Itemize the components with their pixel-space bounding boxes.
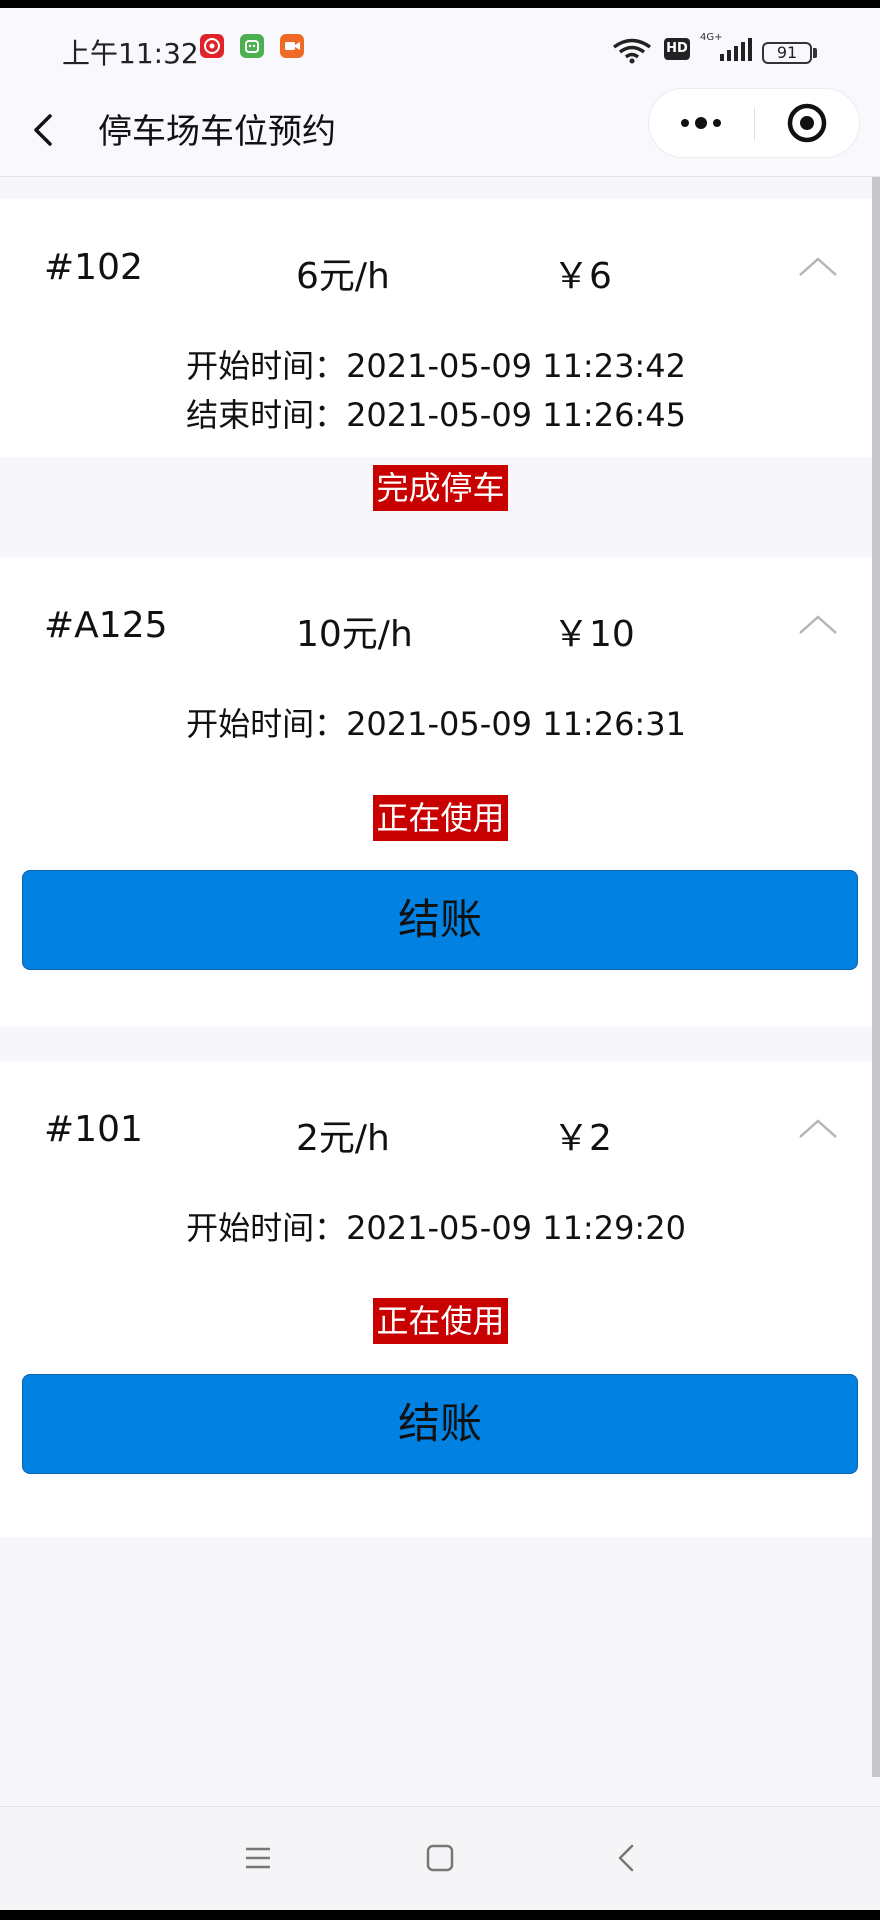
total-price: ￥6 bbox=[553, 256, 612, 297]
status-badge: 正在使用 bbox=[373, 795, 508, 841]
chevron-up-icon[interactable] bbox=[796, 1113, 840, 1143]
start-time: 开始时间：2021-05-09 11:29:20 bbox=[186, 1209, 686, 1247]
wifi-icon bbox=[612, 38, 652, 68]
menu-lines-icon[interactable] bbox=[242, 1841, 274, 1875]
more-dots-icon bbox=[681, 117, 721, 129]
back-button[interactable] bbox=[26, 102, 76, 158]
battery-tip bbox=[813, 48, 817, 58]
checkout-button[interactable]: 结账 bbox=[22, 870, 858, 970]
start-time: 开始时间：2021-05-09 11:23:42 bbox=[186, 347, 686, 385]
reservation-list: #102 6元/h ￥6 开始时间：2021-05-09 11:23:42 结束… bbox=[0, 177, 872, 1805]
total-price: ￥10 bbox=[553, 614, 635, 655]
app-notification-icon bbox=[240, 34, 264, 58]
end-time: 结束时间：2021-05-09 11:26:45 bbox=[186, 396, 686, 434]
reservation-card: #101 2元/h ￥2 开始时间：2021-05-09 11:29:20 正在… bbox=[0, 1061, 872, 1537]
more-menu-button[interactable] bbox=[649, 89, 754, 157]
cellular-signal-icon bbox=[718, 38, 752, 66]
hourly-rate: 6元/h bbox=[296, 256, 390, 297]
total-price: ￥2 bbox=[553, 1118, 612, 1159]
spot-number: #A125 bbox=[44, 605, 168, 646]
checkout-button[interactable]: 结账 bbox=[22, 1374, 858, 1474]
scrollbar[interactable] bbox=[872, 177, 880, 1777]
square-icon[interactable] bbox=[424, 1841, 456, 1875]
video-notification-icon bbox=[280, 34, 304, 58]
card-header[interactable]: #A125 10元/h ￥10 bbox=[0, 557, 872, 677]
spot-number: #101 bbox=[44, 1109, 143, 1150]
mini-program-capsule bbox=[648, 88, 860, 158]
target-circle-icon bbox=[787, 103, 827, 143]
hourly-rate: 2元/h bbox=[296, 1118, 390, 1159]
spot-number: #102 bbox=[44, 247, 143, 288]
reservation-card: #A125 10元/h ￥10 开始时间：2021-05-09 11:26:31… bbox=[0, 557, 872, 1027]
start-time: 开始时间：2021-05-09 11:26:31 bbox=[186, 705, 686, 743]
status-badge: 正在使用 bbox=[373, 1298, 508, 1344]
chevron-left-icon bbox=[34, 114, 52, 146]
chevron-left-icon[interactable] bbox=[610, 1841, 642, 1875]
chevron-up-icon[interactable] bbox=[796, 251, 840, 281]
reservation-card: #102 6元/h ￥6 开始时间：2021-05-09 11:23:42 结束… bbox=[0, 199, 872, 511]
battery-indicator: 91 bbox=[762, 42, 812, 64]
navigation-bar: 停车场车位预约 bbox=[0, 84, 880, 177]
card-header[interactable]: #102 6元/h ￥6 bbox=[0, 199, 872, 319]
hourly-rate: 10元/h bbox=[296, 614, 413, 655]
top-screen-edge bbox=[0, 0, 880, 8]
chevron-up-icon[interactable] bbox=[796, 609, 840, 639]
status-time: 上午11:32 bbox=[62, 37, 199, 70]
status-bar: 上午11:32 HD 4G+ 91 bbox=[0, 8, 880, 84]
system-navigation-bar bbox=[0, 1806, 880, 1911]
status-badge: 完成停车 bbox=[373, 465, 508, 511]
page-title: 停车场车位预约 bbox=[98, 112, 336, 152]
netease-music-notification-icon bbox=[200, 34, 224, 58]
close-mini-program-button[interactable] bbox=[755, 89, 859, 157]
bottom-screen-edge bbox=[0, 1910, 880, 1920]
card-header[interactable]: #101 2元/h ￥2 bbox=[0, 1061, 872, 1181]
hd-voice-icon: HD bbox=[664, 38, 690, 60]
